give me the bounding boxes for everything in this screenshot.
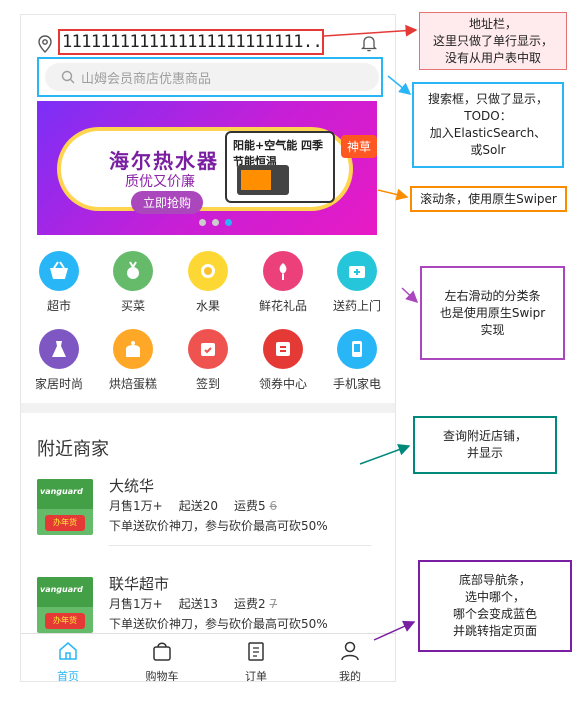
annotation-shops: 查询附近店铺， 并显示 [413,416,557,474]
arrow-shops [359,443,411,465]
annotation-swiper: 滚动条，使用原生Swiper [410,186,567,212]
arrow-category [401,287,419,304]
arrow-address [323,24,418,37]
canvas: 1111111111111111111111111... 山姆会员商店优惠商品 … [0,0,574,712]
annotation-tabbar: 底部导航条， 选中哪个， 哪个会变成蓝色 并跳转指定页面 [418,560,572,652]
arrow-tabbar [373,620,416,641]
arrow-search [387,75,412,95]
arrow-swiper [377,188,409,201]
annotation-search: 搜索框，只做了显示， TODO： 加入ElasticSearch、 或Solr [412,82,564,168]
annotation-category: 左右滑动的分类条 也是使用原生Swipr 实现 [420,266,565,360]
annotation-address: 地址栏， 这里只做了单行显示， 没有从用户表中取 [419,12,567,70]
